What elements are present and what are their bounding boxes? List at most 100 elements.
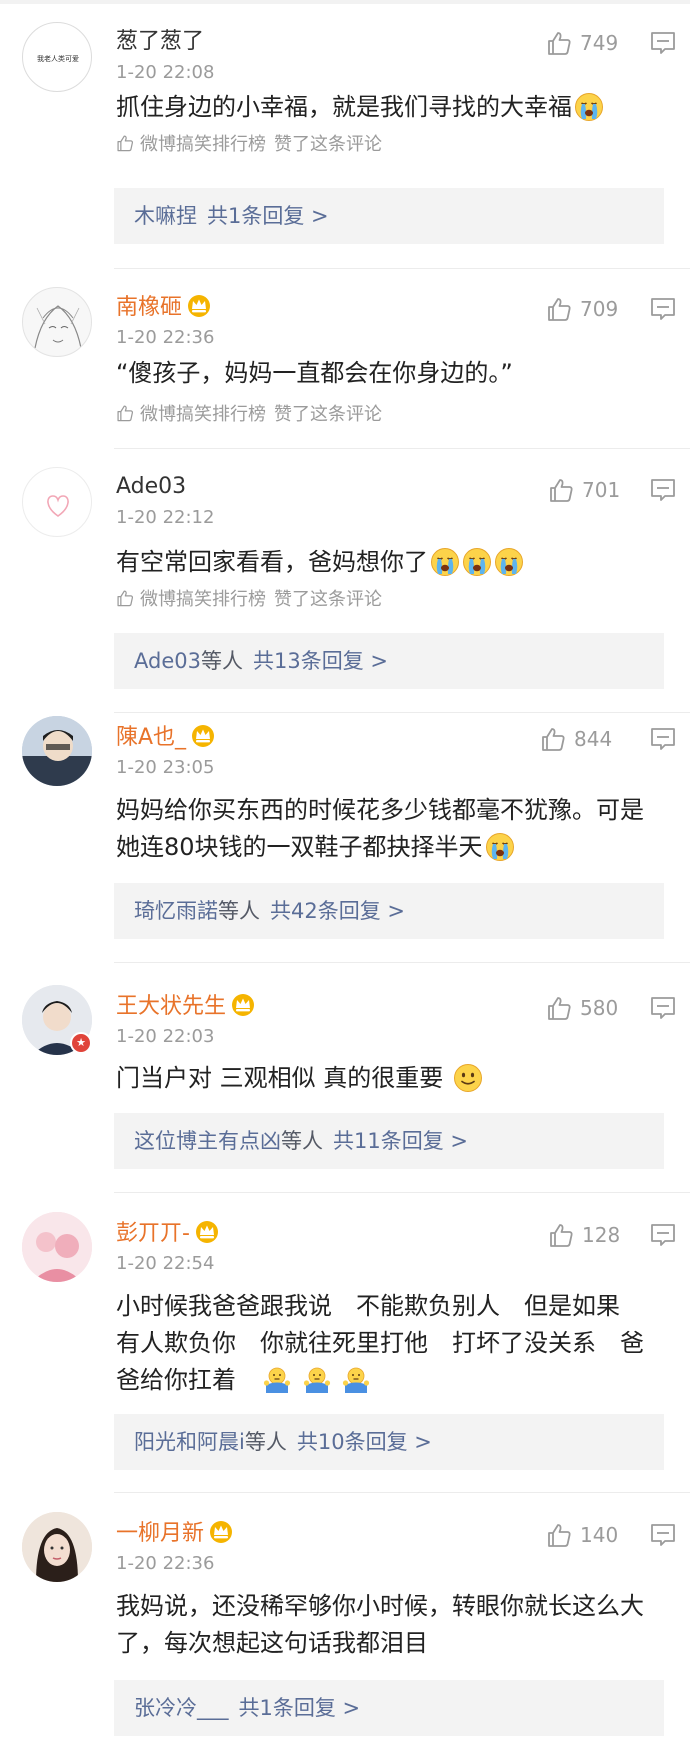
comment-time: 1-20 22:36 (116, 327, 215, 348)
username-text: 南橡砸 (116, 295, 183, 320)
reply-count-link: 共11条回复 > (333, 1129, 468, 1153)
divider (114, 1192, 690, 1193)
reply-summary[interactable]: 木嘛捏 共1条回复 > (114, 188, 664, 244)
comment-text: 抓住身边的小幸福，就是我们寻找的大幸福 (116, 89, 676, 126)
liked-by-row: 微博搞笑排行榜 赞了这条评论 (116, 585, 382, 611)
reply-summary[interactable]: 琦忆雨諾等人 共42条回复 > (114, 883, 664, 939)
thumbs-up-icon (116, 404, 134, 422)
divider (114, 712, 690, 713)
divider (114, 448, 690, 449)
comment-bubble-icon[interactable] (650, 31, 676, 55)
liked-by-row: 微博搞笑排行榜 赞了这条评论 (116, 130, 382, 156)
like-button[interactable]: 844 (540, 724, 612, 754)
comment-text-line: 有人欺负你 你就往死里打他 打坏了没关系 爸 (116, 1329, 644, 1357)
shrug-emoji (302, 1365, 332, 1395)
comment-bubble-icon[interactable] (650, 297, 676, 321)
vip-crown-icon (208, 1518, 234, 1544)
reply-count-link: 共1条回复 > (238, 1696, 361, 1720)
comment-text-line: 她连80块钱的一双鞋子都抉择半天 (116, 833, 483, 861)
comment-feed: 我老人类可爱 葱了葱了 1-20 22:08 749 抓住身边的小幸福，就是我们… (0, 0, 690, 1752)
comment-text-line: 我妈说，还没稀罕够你小时候，转眼你就长这么大 (116, 1592, 644, 1620)
liked-by-suffix: 赞了这条评论 (274, 404, 382, 425)
username[interactable]: 王大状先生 (116, 991, 256, 1022)
liked-by-suffix: 赞了这条评论 (274, 589, 382, 610)
thumbs-up-icon (546, 1522, 572, 1548)
avatar[interactable] (22, 716, 92, 786)
crying-face-emoji (494, 547, 524, 577)
liked-by-suffix: 赞了这条评论 (274, 134, 382, 155)
reply-users: 张冷冷___ (134, 1696, 229, 1720)
crying-face-emoji (574, 92, 604, 122)
comment-text-content: 抓住身边的小幸福，就是我们寻找的大幸福 (116, 93, 572, 121)
comment-bubble-icon[interactable] (650, 1223, 676, 1247)
avatar[interactable] (22, 1512, 92, 1582)
username[interactable]: 彭丌丌- (116, 1218, 220, 1249)
comment-text: 有空常回家看看，爸妈想你了 (116, 544, 676, 581)
top-divider (0, 0, 690, 4)
like-button[interactable]: 140 (546, 1520, 618, 1550)
liked-by-row: 微博搞笑排行榜 赞了这条评论 (116, 400, 382, 426)
reply-count-link: 共10条回复 > (296, 1430, 432, 1454)
like-count: 140 (580, 1523, 619, 1547)
comment-bubble-icon[interactable] (650, 478, 676, 502)
like-button[interactable]: 749 (546, 28, 618, 58)
comment-time: 1-20 22:12 (116, 507, 215, 528)
comment-time: 1-20 22:36 (116, 1553, 215, 1574)
comment-text-content: 门当户对 三观相似 真的很重要 (116, 1064, 444, 1092)
like-count: 128 (582, 1223, 621, 1247)
reply-summary[interactable]: 这位博主有点凶等人 共11条回复 > (114, 1113, 664, 1169)
comment-bubble-icon[interactable] (650, 996, 676, 1020)
smile-emoji (453, 1063, 483, 1093)
avatar[interactable] (22, 287, 92, 357)
comment-time: 1-20 23:05 (116, 757, 215, 778)
avatar[interactable] (22, 1212, 92, 1282)
like-button[interactable]: 128 (548, 1220, 620, 1250)
like-count: 580 (580, 996, 619, 1020)
comment-bubble-icon[interactable] (650, 1523, 676, 1547)
like-count: 844 (574, 727, 613, 751)
like-count: 749 (580, 31, 619, 55)
reply-users: 这位博主有点凶 (134, 1129, 281, 1153)
username[interactable]: 葱了葱了 (116, 27, 204, 57)
comment-time: 1-20 22:54 (116, 1253, 215, 1274)
comment-text-line: 妈妈给你买东西的时候花多少钱都毫不犹豫。可是 (116, 796, 644, 824)
thumbs-up-icon (548, 477, 574, 503)
like-button[interactable]: 709 (546, 294, 618, 324)
thumbs-up-icon (548, 1222, 574, 1248)
avatar[interactable] (22, 467, 92, 537)
verified-badge: ★ (70, 1032, 92, 1054)
comment-text-line: 了，每次想起这句话我都泪目 (116, 1629, 428, 1657)
avatar[interactable]: 我老人类可爱 (22, 22, 92, 92)
username[interactable]: Ade03 (116, 472, 186, 502)
liked-by-name[interactable]: 微博搞笑排行榜 (140, 400, 266, 426)
username[interactable]: 南橡砸 (116, 292, 212, 323)
vip-crown-icon (190, 722, 216, 748)
comment-text-line: 小时候我爸爸跟我说 不能欺负别人 但是如果 (116, 1292, 620, 1320)
thumbs-up-icon (116, 134, 134, 152)
divider (114, 962, 690, 963)
divider (114, 268, 690, 269)
comment-text: 她连80块钱的一双鞋子都抉择半天 (116, 829, 676, 866)
liked-by-name[interactable]: 微博搞笑排行榜 (140, 585, 266, 611)
like-button[interactable]: 701 (548, 475, 620, 505)
reply-count-link: 共13条回复 > (252, 649, 388, 673)
crying-face-emoji (430, 547, 460, 577)
shrug-emoji (341, 1365, 371, 1395)
username[interactable]: 一柳月新 (116, 1518, 234, 1549)
reply-summary[interactable]: Ade03等人 共13条回复 > (114, 633, 664, 689)
comment-bubble-icon[interactable] (650, 727, 676, 751)
reply-summary[interactable]: 阳光和阿晨i等人 共10条回复 > (114, 1414, 664, 1470)
reply-users: Ade03 (134, 649, 201, 673)
username-text: 王大状先生 (116, 994, 227, 1019)
username-text: 一柳月新 (116, 1521, 205, 1546)
username[interactable]: 陳A也_ (116, 722, 216, 753)
thumbs-up-icon (546, 296, 572, 322)
reply-summary[interactable]: 张冷冷___ 共1条回复 > (114, 1680, 664, 1736)
liked-by-name[interactable]: 微博搞笑排行榜 (140, 130, 266, 156)
reply-users: 木嘛捏 (134, 204, 197, 228)
like-button[interactable]: 580 (546, 993, 618, 1023)
like-count: 709 (580, 297, 619, 321)
comment-text: “傻孩子，妈妈一直都会在你身边的。” (116, 359, 513, 387)
username-text: 彭丌丌- (116, 1221, 190, 1246)
vip-crown-icon (194, 1218, 220, 1244)
